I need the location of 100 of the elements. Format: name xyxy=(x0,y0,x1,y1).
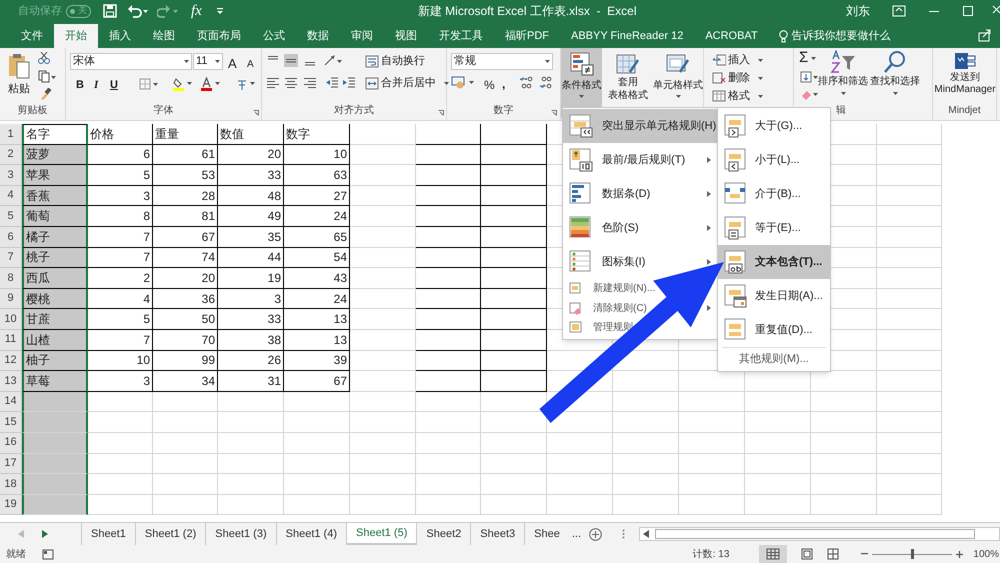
menu-item[interactable]: 数据条(D) xyxy=(563,177,717,211)
table-cell[interactable]: 重量 xyxy=(153,124,218,145)
table-cell[interactable]: 61 xyxy=(153,144,218,166)
find-select-button[interactable]: 查找和选择 xyxy=(870,50,920,95)
scroll-right-icon[interactable] xyxy=(42,530,48,538)
table-cell[interactable]: 6 xyxy=(88,144,153,166)
table-cell[interactable]: 19 xyxy=(218,268,284,289)
table-cell[interactable]: 24 xyxy=(284,288,350,310)
macro-record-icon[interactable] xyxy=(42,548,54,560)
table-cell[interactable]: 7 xyxy=(88,226,153,248)
percent-button[interactable]: % xyxy=(484,76,495,94)
add-sheet-icon[interactable] xyxy=(589,528,602,540)
wrap-text-button[interactable]: 自动换行 xyxy=(365,53,425,70)
table-cell[interactable]: 价格 xyxy=(88,124,153,145)
table-cell[interactable]: 7 xyxy=(88,330,153,351)
font-size-field[interactable]: 11 xyxy=(193,53,223,70)
table-cell[interactable]: 10 xyxy=(284,144,350,166)
row-header[interactable]: 11 xyxy=(0,330,22,351)
paste-button[interactable]: 粘贴 xyxy=(8,81,30,98)
menu-item[interactable]: 文本包含(T)... xyxy=(718,245,830,279)
table-cell[interactable]: 菠萝 xyxy=(22,144,88,166)
table-cell[interactable]: 数值 xyxy=(218,124,284,145)
zoom-slider-thumb[interactable] xyxy=(910,549,914,559)
row-header[interactable]: 9 xyxy=(0,288,22,310)
table-cell[interactable]: 27 xyxy=(284,186,350,206)
bold-button[interactable]: B xyxy=(76,77,84,94)
table-cell[interactable]: 33 xyxy=(218,309,284,330)
table-cell[interactable]: 26 xyxy=(218,350,284,372)
table-cell[interactable]: 柚子 xyxy=(22,350,88,372)
table-cell[interactable]: 2 xyxy=(88,268,153,289)
table-cell[interactable]: 山楂 xyxy=(22,330,88,351)
menu-item[interactable]: 重复值(D)... xyxy=(718,313,830,347)
save-icon[interactable] xyxy=(103,4,117,18)
table-cell[interactable]: 36 xyxy=(153,288,218,310)
table-cell[interactable]: 48 xyxy=(218,186,284,206)
split-handle-icon[interactable] xyxy=(622,529,625,539)
table-cell[interactable]: 西瓜 xyxy=(22,268,88,289)
row-header[interactable]: 12 xyxy=(0,350,22,372)
table-cell[interactable]: 10 xyxy=(88,350,153,372)
table-cell[interactable]: 67 xyxy=(153,226,218,248)
table-cell[interactable]: 甘蔗 xyxy=(22,309,88,330)
italic-button[interactable]: I xyxy=(94,77,98,94)
number-format-field[interactable]: 常规 xyxy=(451,53,553,70)
table-cell[interactable]: 44 xyxy=(218,248,284,268)
merge-center-button[interactable]: 合并后居中 xyxy=(365,75,449,92)
row-header[interactable]: 6 xyxy=(0,226,22,248)
shrink-font-button[interactable]: A xyxy=(247,57,254,72)
ribbon-tab[interactable]: 开发工具 xyxy=(428,24,494,48)
row-header[interactable]: 10 xyxy=(0,309,22,330)
ribbon-tab[interactable]: 开始 xyxy=(54,24,98,48)
table-cell[interactable]: 13 xyxy=(284,330,350,351)
row-header[interactable]: 3 xyxy=(0,165,22,186)
row-header[interactable]: 18 xyxy=(0,474,22,495)
ribbon-tab[interactable]: 福昕PDF xyxy=(494,24,560,48)
undo-icon[interactable] xyxy=(127,4,149,18)
row-header[interactable]: 8 xyxy=(0,268,22,289)
table-cell[interactable]: 13 xyxy=(284,309,350,330)
menu-item[interactable]: 发生日期(A)... xyxy=(718,279,830,313)
send-to-mindmanager-button[interactable]: 发送到 MindManager xyxy=(933,48,997,96)
underline-button[interactable]: U xyxy=(110,77,118,94)
table-cell[interactable]: 33 xyxy=(218,165,284,186)
maximize-icon[interactable] xyxy=(962,5,974,17)
ribbon-tab[interactable]: ABBYY FineReader 12 xyxy=(560,24,694,48)
row-header[interactable]: 5 xyxy=(0,206,22,227)
scrollbar-thumb[interactable] xyxy=(655,529,975,539)
ribbon-tab[interactable]: 文件 xyxy=(10,24,54,48)
zoom-in-icon[interactable] xyxy=(956,550,964,558)
table-cell[interactable]: 3 xyxy=(88,371,153,392)
more-sheets-button[interactable]: ... xyxy=(572,526,581,542)
ribbon-tab[interactable]: 视图 xyxy=(384,24,428,48)
row-header[interactable]: 14 xyxy=(0,392,22,412)
table-cell[interactable]: 葡萄 xyxy=(22,206,88,227)
table-cell[interactable]: 34 xyxy=(153,371,218,392)
cell-styles-button[interactable]: 单元格样式 xyxy=(652,48,704,98)
table-cell[interactable]: 49 xyxy=(218,206,284,227)
table-cell[interactable]: 99 xyxy=(153,350,218,372)
tell-me-field[interactable]: 告诉我你想要做什么 xyxy=(792,28,891,44)
share-icon[interactable] xyxy=(978,28,992,42)
table-cell[interactable]: 74 xyxy=(153,248,218,268)
ribbon-tab[interactable]: 插入 xyxy=(98,24,142,48)
table-cell[interactable]: 5 xyxy=(88,165,153,186)
table-cell[interactable]: 3 xyxy=(88,186,153,206)
row-header[interactable]: 7 xyxy=(0,248,22,268)
ribbon-tab[interactable]: 绘图 xyxy=(142,24,186,48)
row-header[interactable]: 4 xyxy=(0,186,22,206)
menu-item[interactable]: 新建规则(N)... xyxy=(563,279,717,298)
horizontal-scrollbar[interactable] xyxy=(639,527,1000,541)
table-cell[interactable]: 草莓 xyxy=(22,371,88,392)
sheet-tab[interactable]: Sheet1 (5) xyxy=(346,523,416,545)
row-header[interactable]: 15 xyxy=(0,412,22,433)
table-cell[interactable]: 50 xyxy=(153,309,218,330)
table-cell[interactable]: 67 xyxy=(284,371,350,392)
table-cell[interactable]: 20 xyxy=(153,268,218,289)
table-cell[interactable]: 81 xyxy=(153,206,218,227)
ribbon-tab[interactable]: 页面布局 xyxy=(186,24,252,48)
row-header[interactable]: 19 xyxy=(0,494,22,516)
row-header[interactable]: 16 xyxy=(0,432,22,454)
delete-cells-button[interactable]: 删除 xyxy=(712,70,763,86)
table-cell[interactable]: 8 xyxy=(88,206,153,227)
zoom-level[interactable]: 100% xyxy=(973,546,999,562)
